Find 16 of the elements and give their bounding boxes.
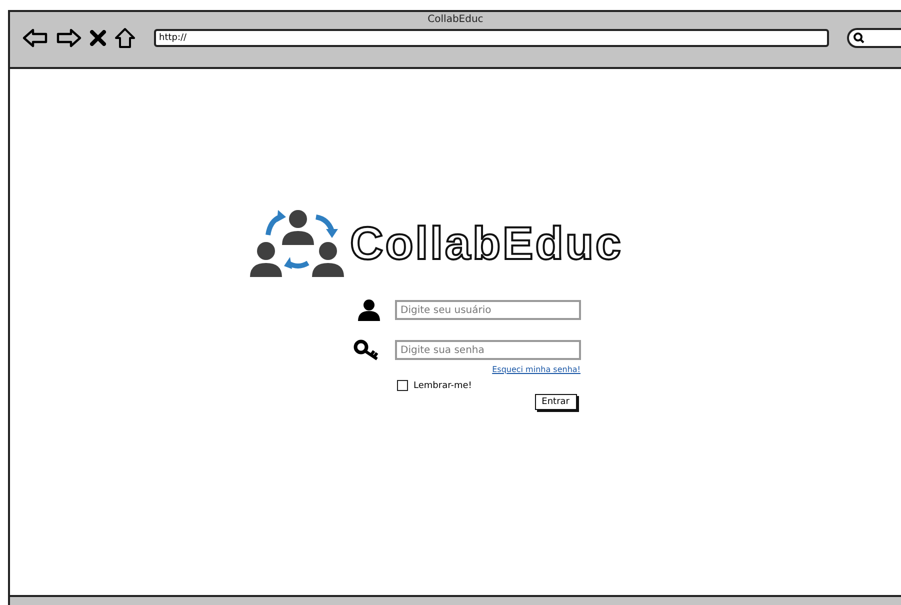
forward-icon[interactable]	[56, 28, 82, 48]
back-icon[interactable]	[22, 28, 48, 48]
login-button[interactable]: Entrar	[534, 394, 576, 410]
user-icon	[356, 299, 380, 321]
remember-label: Lembrar-me!	[414, 380, 472, 390]
logo-text: CollabEduc	[350, 216, 624, 270]
key-icon	[352, 339, 380, 361]
password-field[interactable]: Digite sua senha	[394, 340, 580, 360]
username-field[interactable]: Digite seu usuário	[394, 300, 580, 320]
remember-checkbox[interactable]	[396, 380, 408, 391]
search-icon	[853, 32, 865, 44]
forgot-password-link[interactable]: Esqueci minha senha!	[492, 365, 580, 374]
address-field[interactable]: http://	[154, 29, 829, 47]
window-title: CollabEduc	[428, 14, 484, 25]
close-icon[interactable]	[90, 30, 106, 46]
search-field[interactable]	[847, 28, 901, 48]
